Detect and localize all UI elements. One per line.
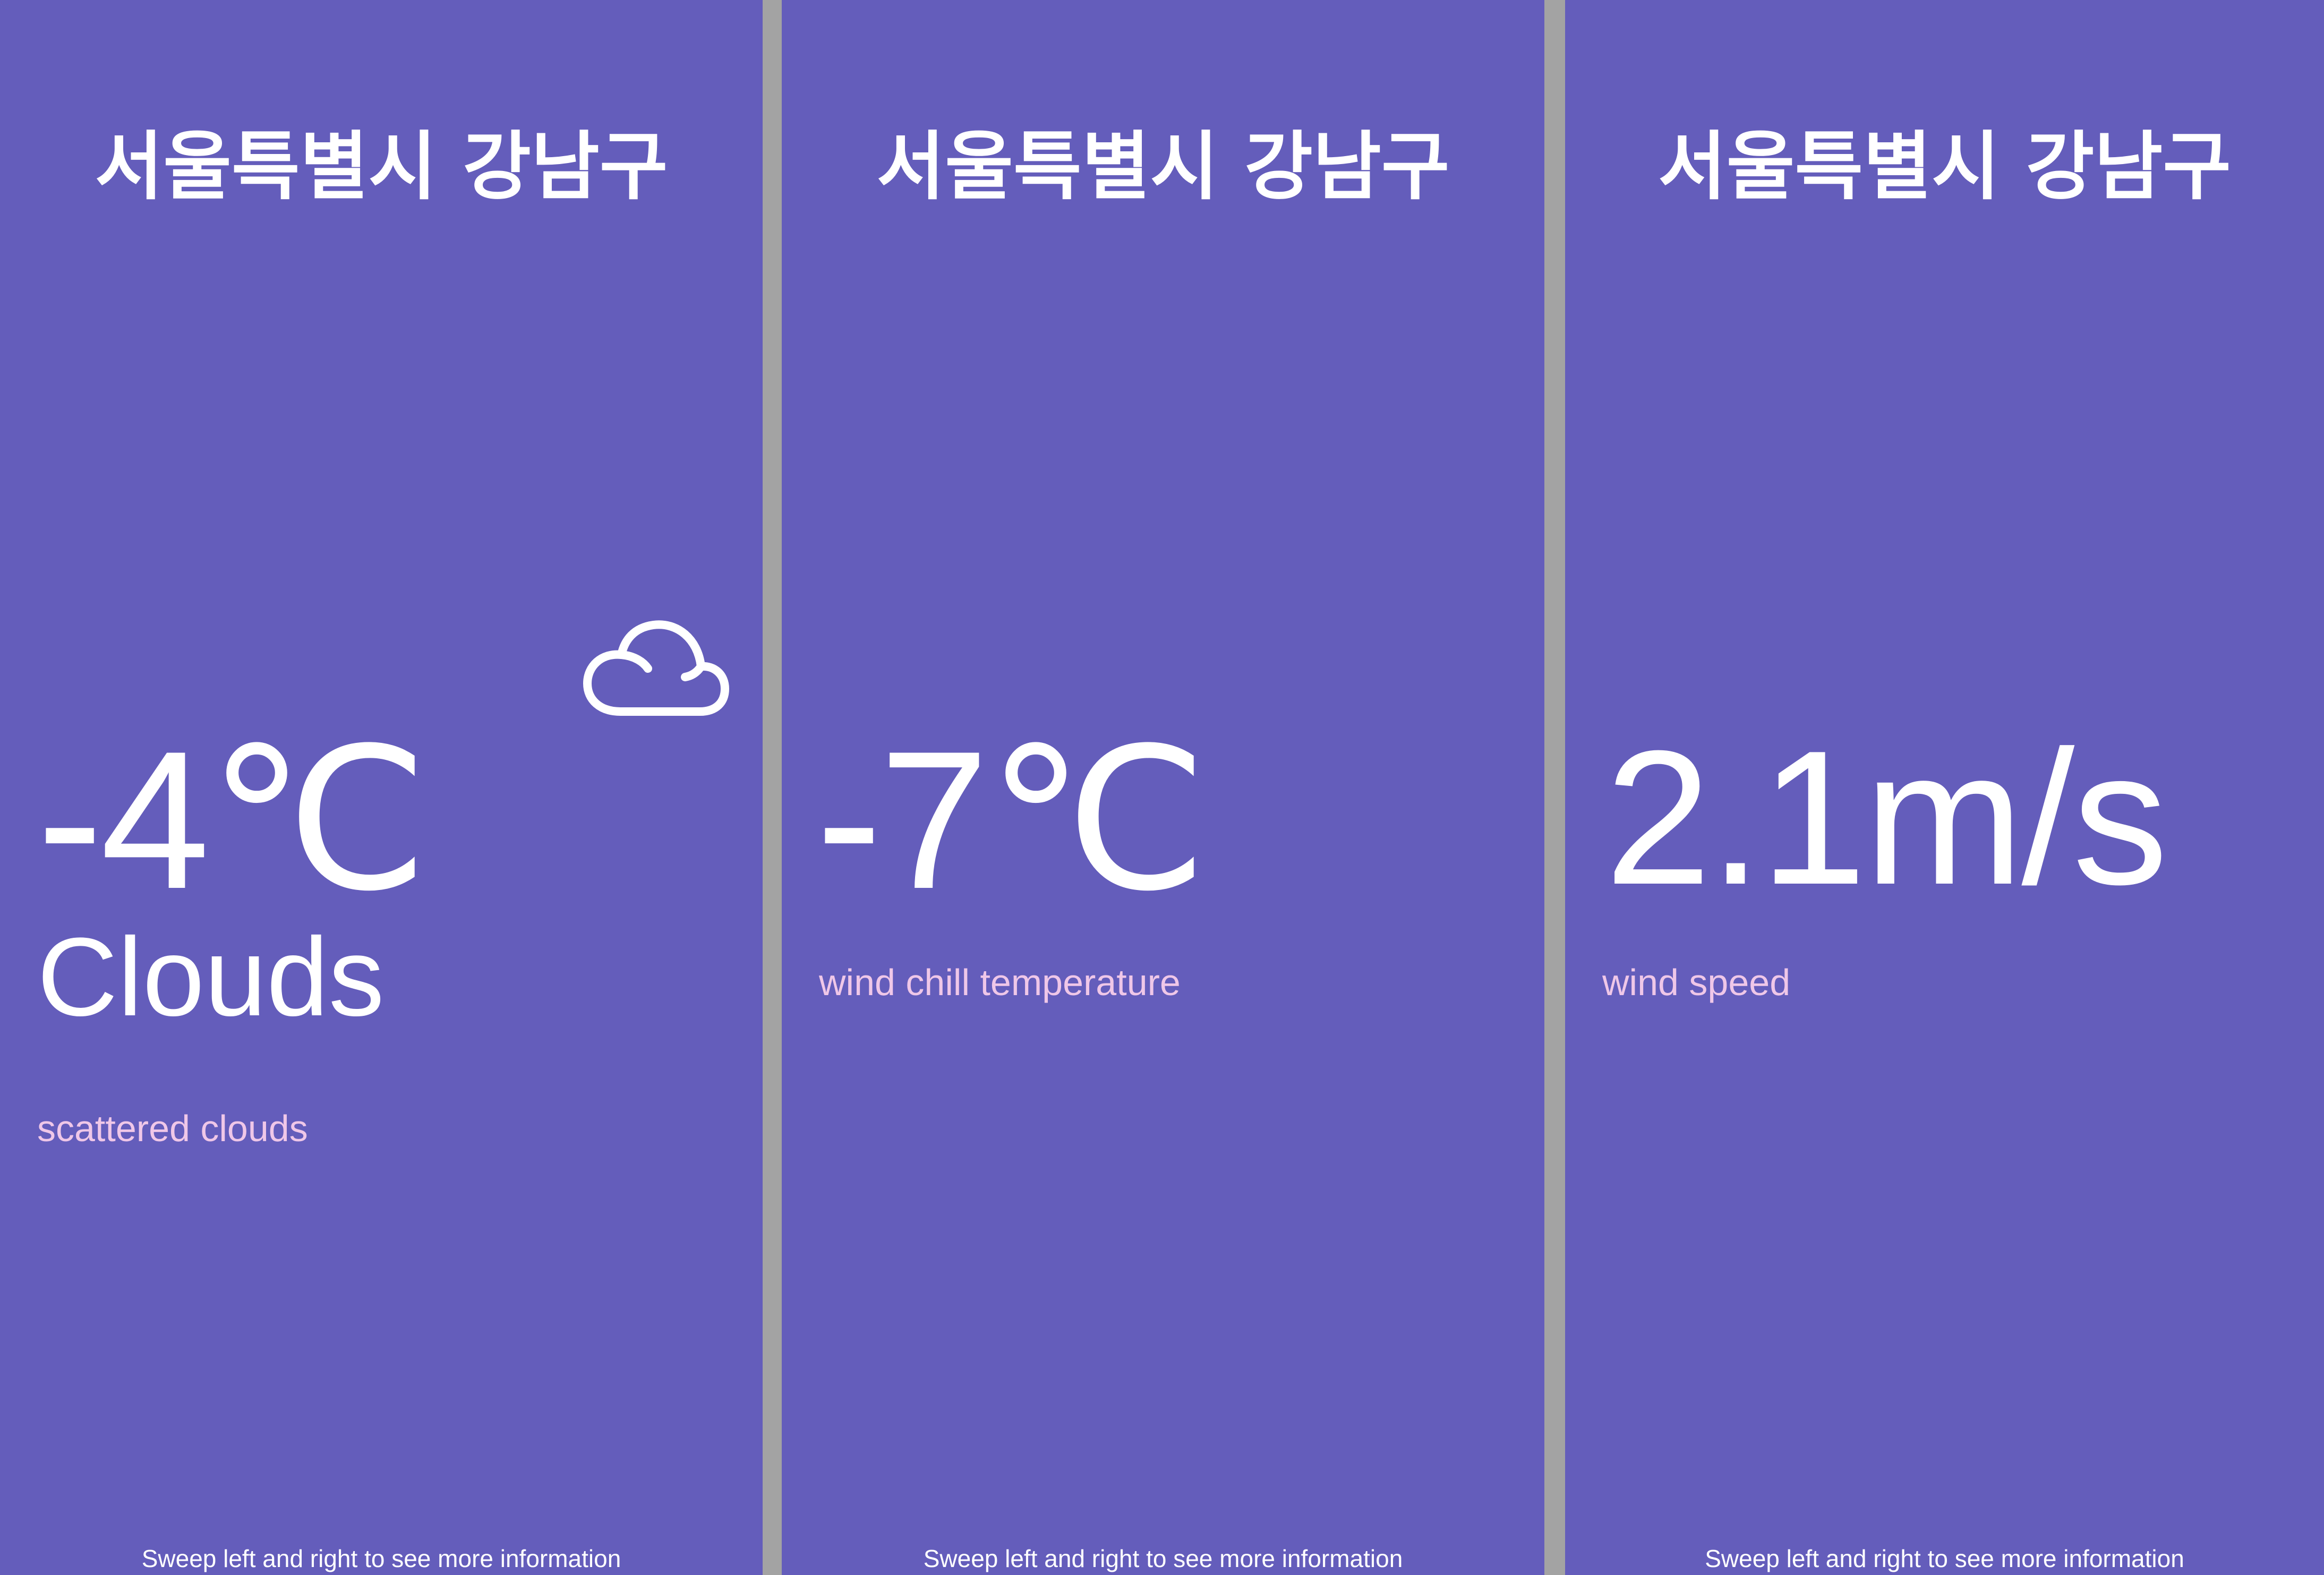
swipe-hint: Sweep left and right to see more informa… bbox=[1705, 1545, 2184, 1572]
location-title: 서울특별시 강남구 bbox=[95, 124, 668, 210]
wind-chill-label: wind chill temperature bbox=[819, 962, 1181, 1003]
wind-chill-screen[interactable]: 서울특별시 강남구 -7℃ wind chill temperature Swe… bbox=[782, 0, 1544, 1575]
wind-speed-value: 2.1m/s bbox=[1605, 711, 2168, 925]
weather-description: scattered clouds bbox=[37, 1108, 308, 1149]
temperature-value: -4℃ bbox=[37, 711, 429, 930]
wind-speed-screen[interactable]: 서울특별시 강남구 2.1m/s wind speed Sweep left a… bbox=[1565, 0, 2324, 1575]
weather-condition: Clouds bbox=[37, 914, 385, 1039]
cloud-icon bbox=[583, 620, 729, 716]
wind-chill-value: -7℃ bbox=[816, 711, 1208, 930]
swipe-hint: Sweep left and right to see more informa… bbox=[923, 1545, 1403, 1572]
swipe-hint: Sweep left and right to see more informa… bbox=[141, 1545, 621, 1572]
current-weather-screen[interactable]: 서울특별시 강남구 -4℃ Clouds scattered clouds Sw… bbox=[0, 0, 763, 1575]
weather-screens[interactable]: 서울특별시 강남구 -4℃ Clouds scattered clouds Sw… bbox=[0, 0, 2324, 1575]
location-title: 서울특별시 강남구 bbox=[876, 124, 1450, 210]
wind-speed-label: wind speed bbox=[1602, 962, 1791, 1003]
location-title: 서울특별시 강남구 bbox=[1657, 124, 2232, 210]
